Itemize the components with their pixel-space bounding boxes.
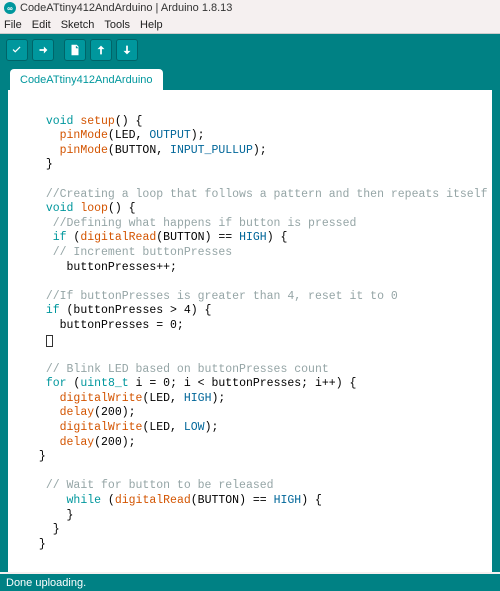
code-comment: //If buttonPresses is greater than 4, re…: [46, 290, 398, 303]
menu-file[interactable]: File: [4, 19, 22, 31]
menu-bar: File Edit Sketch Tools Help: [0, 16, 500, 34]
code-token: (BUTTON) ==: [156, 231, 239, 244]
code-token: (: [101, 494, 115, 507]
menu-sketch[interactable]: Sketch: [61, 19, 95, 31]
status-bar: Done uploading.: [0, 574, 500, 591]
tab-sketch[interactable]: CodeATtiny412AndArduino: [10, 69, 163, 90]
code-token: HIGH: [239, 231, 267, 244]
code-comment: // Blink LED based on buttonPresses coun…: [46, 363, 329, 376]
code-token: }: [53, 523, 60, 536]
code-token: digitalRead: [115, 494, 191, 507]
code-token: () {: [108, 202, 136, 215]
code-token: ) {: [301, 494, 322, 507]
editor-area[interactable]: void setup() { pinMode(LED, OUTPUT); pin…: [0, 90, 500, 572]
open-button[interactable]: [90, 39, 112, 61]
code-token: if: [46, 304, 60, 317]
save-button[interactable]: [116, 39, 138, 61]
code-token: (200);: [94, 406, 135, 419]
code-token: digitalWrite: [60, 392, 143, 405]
code-token: pinMode: [60, 129, 108, 142]
code-token: (200);: [94, 436, 135, 449]
code-comment: //Defining what happens if button is pre…: [53, 217, 357, 230]
code-token: while: [67, 494, 102, 507]
code-token: );: [205, 421, 219, 434]
check-icon: [10, 43, 24, 57]
code-token: HIGH: [184, 392, 212, 405]
code-token: setup: [80, 115, 115, 128]
code-token: );: [253, 144, 267, 157]
code-token: loop: [80, 202, 108, 215]
code-editor[interactable]: void setup() { pinMode(LED, OUTPUT); pin…: [8, 90, 492, 562]
code-token: pinMode: [60, 144, 108, 157]
code-token: void: [46, 202, 74, 215]
code-token: (: [67, 377, 81, 390]
code-token: ) {: [267, 231, 288, 244]
menu-tools[interactable]: Tools: [104, 19, 130, 31]
code-token: buttonPresses++;: [67, 261, 177, 274]
code-comment: //Creating a loop that follows a pattern…: [46, 188, 488, 201]
code-token: (BUTTON) ==: [191, 494, 274, 507]
code-comment: // Wait for button to be released: [46, 479, 274, 492]
upload-button[interactable]: [32, 39, 54, 61]
code-comment: // Increment buttonPresses: [53, 246, 232, 259]
code-token: );: [211, 392, 225, 405]
arrow-right-icon: [36, 43, 50, 57]
code-token: if: [53, 231, 67, 244]
code-token: buttonPresses = 0;: [60, 319, 184, 332]
code-token: HIGH: [274, 494, 302, 507]
code-token: }: [67, 509, 74, 522]
code-token: delay: [60, 406, 95, 419]
code-token: digitalRead: [80, 231, 156, 244]
code-token: }: [39, 450, 46, 463]
cursor: [46, 335, 53, 347]
menu-edit[interactable]: Edit: [32, 19, 51, 31]
code-token: LOW: [184, 421, 205, 434]
code-token: }: [46, 158, 53, 171]
code-token: OUTPUT: [149, 129, 190, 142]
new-button[interactable]: [64, 39, 86, 61]
title-bar: ∞ CodeATtiny412AndArduino | Arduino 1.8.…: [0, 0, 500, 16]
code-token: (LED,: [142, 421, 183, 434]
arrow-down-icon: [120, 43, 134, 57]
code-token: i = 0; i < buttonPresses; i++) {: [129, 377, 357, 390]
code-token: (buttonPresses > 4) {: [60, 304, 212, 317]
code-token: for: [46, 377, 67, 390]
code-token: (LED,: [142, 392, 183, 405]
arduino-logo-icon: ∞: [4, 2, 16, 14]
code-token: INPUT_PULLUP: [170, 144, 253, 157]
arrow-up-icon: [94, 43, 108, 57]
tab-row: CodeATtiny412AndArduino: [0, 66, 500, 90]
code-token: digitalWrite: [60, 421, 143, 434]
verify-button[interactable]: [6, 39, 28, 61]
window-title: CodeATtiny412AndArduino | Arduino 1.8.13: [20, 2, 232, 14]
toolbar: [0, 34, 500, 66]
code-token: (LED,: [108, 129, 149, 142]
code-token: }: [39, 538, 46, 551]
code-token: uint8_t: [80, 377, 128, 390]
code-token: (: [67, 231, 81, 244]
code-token: );: [191, 129, 205, 142]
code-token: void: [46, 115, 74, 128]
code-token: delay: [60, 436, 95, 449]
file-icon: [68, 43, 82, 57]
status-text: Done uploading.: [6, 577, 86, 589]
menu-help[interactable]: Help: [140, 19, 163, 31]
code-token: () {: [115, 115, 143, 128]
code-token: (BUTTON,: [108, 144, 170, 157]
